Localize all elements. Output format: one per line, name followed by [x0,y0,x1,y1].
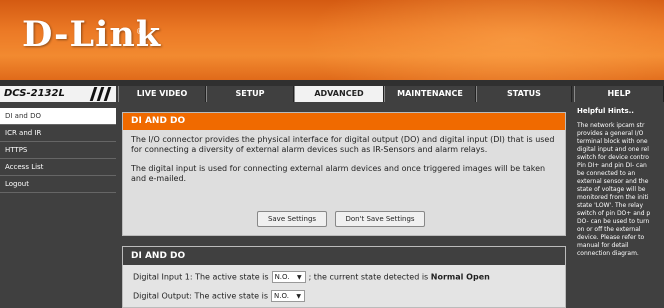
model-name: DCS-2132L [4,88,65,99]
digital-output-row: Digital Output: The active state is N.O. ▼ [133,290,308,302]
sidebar-item-https[interactable]: HTTPS [0,142,116,159]
panel-title: DI AND DO [123,113,565,130]
digital-input-label: Digital Input 1: The active state is [133,272,269,282]
help-panel: Helpful Hints.. The network ipcam str pr… [574,104,664,308]
header-banner: D-Link ® [0,0,664,80]
section-title: DI AND DO [123,247,565,265]
select-value: N.O. [274,292,289,300]
digital-input-select[interactable]: N.O. ▼ [271,271,306,283]
tab-maintenance[interactable]: MAINTENANCE [384,86,476,102]
help-title: Helpful Hints.. [574,104,664,119]
model-label-box: DCS-2132L [0,86,116,102]
panel-description: The I/O connector provides the physical … [131,135,559,193]
tab-advanced[interactable]: ADVANCED [294,86,384,102]
save-settings-button[interactable]: Save Settings [257,211,327,227]
dont-save-settings-button[interactable]: Don't Save Settings [335,211,425,227]
sidebar-item-logout[interactable]: Logout [0,176,116,193]
dropdown-arrow-icon: ▼ [296,293,301,300]
description-paragraph: The I/O connector provides the physical … [131,135,555,154]
header-swoosh [304,0,664,80]
help-text: The network ipcam str provides a general… [577,122,651,257]
current-state-label: ; the current state detected is [308,272,429,282]
sidebar-item-di-do[interactable]: DI and DO [0,108,116,125]
tab-status[interactable]: STATUS [476,86,572,102]
tab-live-video[interactable]: LIVE VIDEO [118,86,206,102]
digital-output-select[interactable]: N.O. ▼ [271,290,305,302]
dropdown-arrow-icon: ▼ [296,274,302,281]
slash-icon [103,87,112,101]
sidebar-item-icr-ir[interactable]: ICR and IR [0,125,116,142]
di-do-settings-panel: DI AND DO Digital Input 1: The active st… [122,246,566,308]
sidebar-item-access-list[interactable]: Access List [0,159,116,176]
tab-help[interactable]: HELP [574,86,664,102]
digital-output-label: Digital Output: The active state is [133,291,268,301]
info-panel: DI AND DO The I/O connector provides the… [122,112,566,236]
registered-mark: ® [136,27,144,36]
current-state-value: Normal Open [430,272,490,282]
select-value: N.O. [274,273,290,281]
tab-setup[interactable]: SETUP [206,86,294,102]
sidebar: DI and DO ICR and IR HTTPS Access List L… [0,104,116,308]
description-paragraph: The digital input is used for connecting… [131,164,546,183]
digital-input-row: Digital Input 1: The active state is N.O.… [133,271,490,283]
